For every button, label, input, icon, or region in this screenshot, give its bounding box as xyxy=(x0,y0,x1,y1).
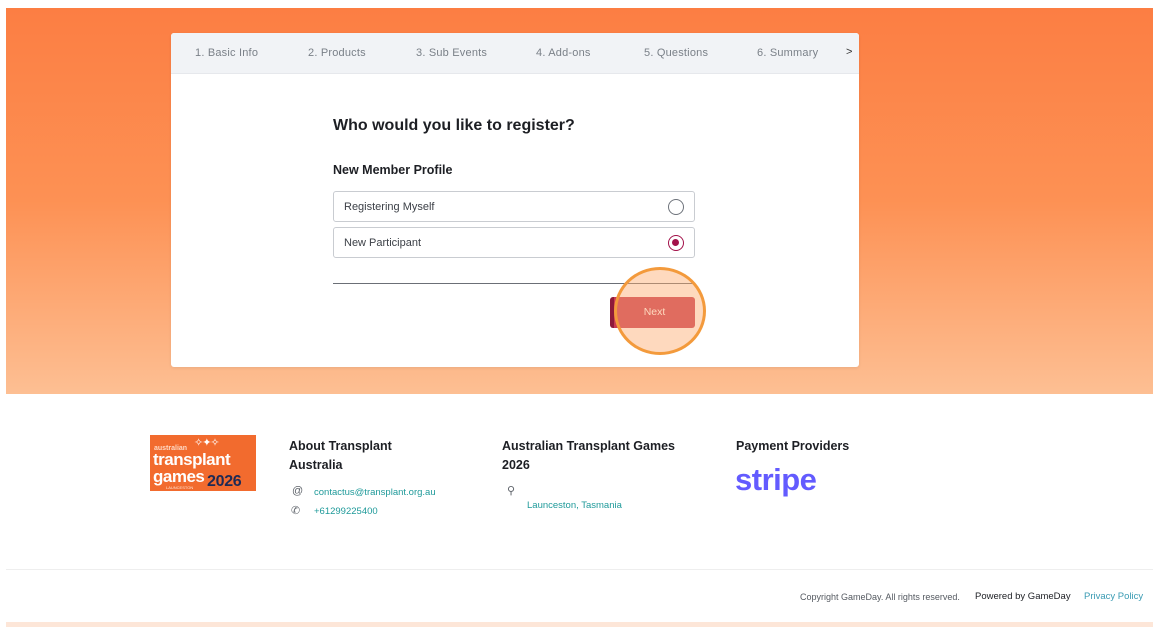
games-heading: Australian Transplant Games 2026 xyxy=(502,439,675,472)
step-products[interactable]: 2. Products xyxy=(308,47,366,59)
privacy-policy-link[interactable]: Privacy Policy xyxy=(1084,591,1143,602)
email-link[interactable]: contactus@transplant.org.au xyxy=(314,487,436,498)
step-summary[interactable]: 6. Summary xyxy=(757,47,818,59)
copyright-text: Copyright GameDay. All rights reserved. xyxy=(800,592,960,602)
location-pin-icon: ⚲ xyxy=(507,485,516,497)
payment-heading: Payment Providers xyxy=(736,439,850,453)
footer-divider xyxy=(6,569,1153,570)
logo-city: LAUNCESTON xyxy=(166,485,194,490)
bottom-accent-bar xyxy=(6,622,1153,627)
phone-link[interactable]: +61299225400 xyxy=(314,506,378,517)
location-link[interactable]: Launceston, Tasmania xyxy=(527,500,622,511)
next-button[interactable]: Next xyxy=(610,297,695,328)
radio-unchecked-icon[interactable] xyxy=(668,199,684,215)
steps-next-arrow-icon[interactable]: > xyxy=(846,46,852,58)
step-add-ons[interactable]: 4. Add-ons xyxy=(536,47,591,59)
step-navigation: 1. Basic Info 2. Products 3. Sub Events … xyxy=(171,33,859,74)
about-heading: About Transplant Australia xyxy=(289,439,392,472)
option-label: New Participant xyxy=(344,237,422,249)
step-questions[interactable]: 5. Questions xyxy=(644,47,708,59)
email-icon: @ xyxy=(292,485,304,497)
transplant-games-logo: ✧✦✧ australian transplant games 2026 LAU… xyxy=(150,435,256,491)
radio-checked-icon[interactable] xyxy=(668,235,684,251)
option-label: Registering Myself xyxy=(344,201,435,213)
page-question: Who would you like to register? xyxy=(333,117,575,134)
phone-icon: ✆ xyxy=(291,505,301,517)
stripe-logo: stripe xyxy=(735,462,817,497)
step-basic-info[interactable]: 1. Basic Info xyxy=(195,47,258,59)
option-new-participant[interactable]: New Participant xyxy=(333,227,695,258)
step-sub-events[interactable]: 3. Sub Events xyxy=(416,47,487,59)
powered-by-text: Powered by GameDay xyxy=(975,591,1071,602)
option-registering-myself[interactable]: Registering Myself xyxy=(333,191,695,222)
logo-figures-icon: ✧✦✧ xyxy=(194,437,220,449)
profile-section-label: New Member Profile xyxy=(333,163,453,177)
registration-card: 1. Basic Info 2. Products 3. Sub Events … xyxy=(171,33,859,367)
logo-text: games xyxy=(153,467,205,486)
logo-year: 2026 xyxy=(207,473,242,490)
form-divider xyxy=(333,283,695,284)
